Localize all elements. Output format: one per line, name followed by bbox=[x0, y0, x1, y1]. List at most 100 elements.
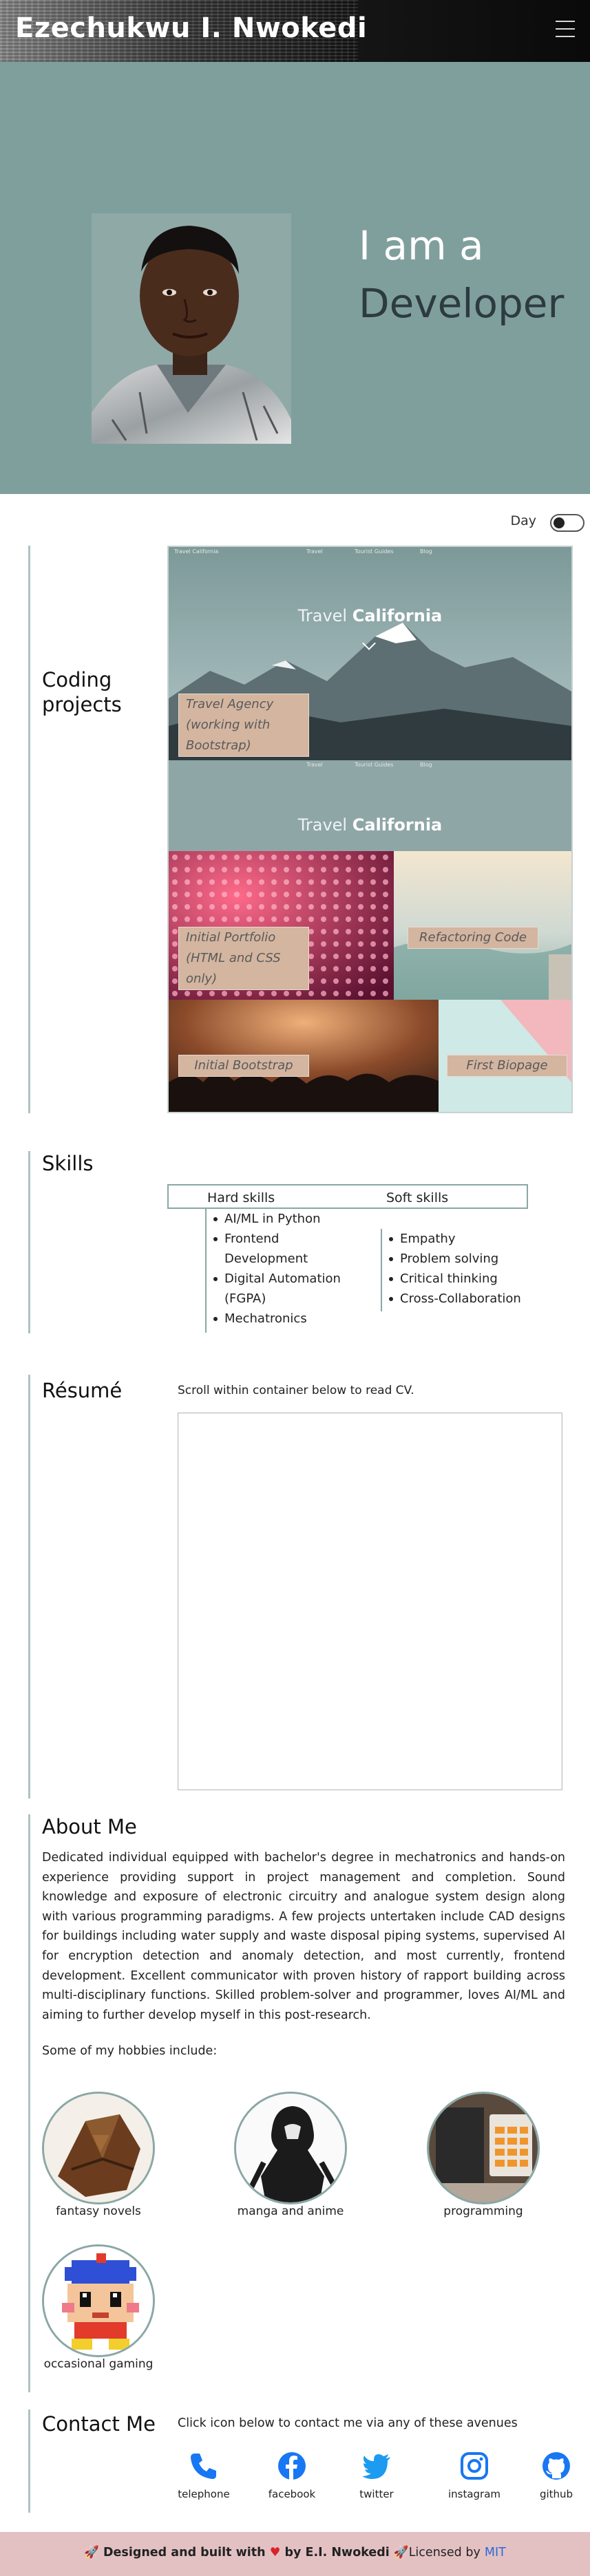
projects-section-title: Coding projects bbox=[42, 668, 122, 716]
hobby-image bbox=[234, 2092, 347, 2204]
facebook-icon[interactable] bbox=[277, 2451, 307, 2481]
project-tile-travel-agency[interactable]: Travel California Travel Tourist Guides … bbox=[169, 547, 571, 760]
mini-navbar: Travel Tourist Guides Blog bbox=[169, 762, 571, 771]
beach-illustration bbox=[394, 851, 571, 1000]
resume-instructions: Scroll within container below to read CV… bbox=[178, 1384, 414, 1397]
footer-author-text: by E.I. Nwokedi bbox=[284, 2546, 390, 2559]
twitter-icon[interactable] bbox=[361, 2451, 392, 2481]
skill-item: Digital Automation (FGPA) bbox=[207, 1269, 364, 1309]
toggle-knob bbox=[554, 517, 565, 528]
hobby-caption: occasional gaming bbox=[43, 2357, 154, 2371]
contact-label: telephone bbox=[178, 2488, 230, 2500]
theme-label: Day bbox=[510, 513, 536, 528]
project-label: Initial Portfolio (HTML and CSS only) bbox=[178, 927, 309, 990]
soft-skills-heading: Soft skills bbox=[386, 1190, 449, 1205]
hobby-image bbox=[42, 2092, 155, 2204]
project-label: Initial Bootstrap bbox=[178, 1055, 309, 1077]
rocket-icon: 🚀 bbox=[84, 2546, 99, 2559]
hobby-image bbox=[42, 2244, 155, 2357]
contact-section-title: Contact Me bbox=[42, 2412, 156, 2436]
hobby-image bbox=[427, 2092, 540, 2204]
profile-photo bbox=[92, 213, 291, 444]
about-section-title: About Me bbox=[42, 1815, 137, 1838]
mini-nav-link: Tourist Guides bbox=[355, 548, 394, 555]
mini-nav-brand: Travel California bbox=[174, 548, 219, 555]
hero-line1: I am a bbox=[359, 222, 484, 269]
hard-skills-heading: Hard skills bbox=[207, 1190, 275, 1205]
hobby-fantasy-novels: fantasy novels bbox=[33, 2092, 164, 2218]
hobby-caption: manga and anime bbox=[237, 2204, 344, 2218]
footer-designed-text: Designed and built with bbox=[103, 2546, 266, 2559]
footer-license-text: Licensed by bbox=[408, 2546, 481, 2559]
skill-item: AI/ML in Python bbox=[207, 1209, 364, 1229]
skill-item: Frontend Development bbox=[207, 1229, 364, 1269]
project-preview-travel-2: Travel Tourist Guides Blog Travel Califo… bbox=[169, 760, 571, 851]
instagram-icon[interactable] bbox=[459, 2451, 489, 2481]
mini-nav-link: Travel bbox=[306, 762, 323, 768]
contact-telephone[interactable]: telephone bbox=[169, 2451, 238, 2500]
brand-name[interactable]: Ezechukwu I. Nwokedi bbox=[15, 12, 367, 44]
travel-heading-bold: California bbox=[352, 606, 443, 625]
hamburger-icon[interactable] bbox=[556, 21, 575, 39]
resume-viewer[interactable] bbox=[178, 1413, 562, 1790]
resume-section-title: Résumé bbox=[42, 1379, 123, 1402]
travel-heading: Travel California bbox=[169, 606, 571, 625]
footer-credits: 🚀 Designed and built with ♥ by E.I. Nwok… bbox=[0, 2546, 590, 2559]
project-tile-refactoring-code[interactable]: Refactoring Code bbox=[394, 851, 571, 1000]
hobby-manga-anime: manga and anime bbox=[225, 2092, 356, 2218]
project-label: Refactoring Code bbox=[408, 927, 538, 949]
mini-navbar: Travel California Travel Tourist Guides … bbox=[169, 548, 571, 558]
project-tile-initial-bootstrap[interactable]: Initial Bootstrap bbox=[169, 1000, 439, 1112]
mini-nav-link: Blog bbox=[420, 762, 432, 768]
hero-line2: Developer bbox=[359, 280, 565, 327]
mini-nav-link: Tourist Guides bbox=[355, 762, 394, 768]
skills-section-title: Skills bbox=[42, 1152, 94, 1175]
project-tile-initial-portfolio[interactable]: Initial Portfolio (HTML and CSS only) bbox=[169, 851, 394, 1000]
phone-icon[interactable] bbox=[189, 2451, 219, 2481]
hobby-caption: programming bbox=[443, 2204, 523, 2218]
skill-item: Problem solving bbox=[382, 1249, 539, 1269]
project-label: First Biopage bbox=[447, 1055, 567, 1077]
hobby-caption: fantasy novels bbox=[56, 2204, 141, 2218]
contact-facebook[interactable]: facebook bbox=[257, 2451, 326, 2500]
project-tile-first-biopage[interactable]: First Biopage bbox=[439, 1000, 571, 1112]
travel-heading: Travel California bbox=[169, 815, 571, 835]
pixel-character-icon bbox=[44, 2246, 153, 2355]
contact-label: facebook bbox=[268, 2488, 316, 2500]
section-divider-line bbox=[28, 1375, 30, 1799]
contact-label: github bbox=[539, 2488, 573, 2500]
project-label: Travel Agency (working with Bootstrap) bbox=[178, 694, 309, 757]
heart-icon: ♥ bbox=[269, 2546, 281, 2559]
footer: 🚀 Designed and built with ♥ by E.I. Nwok… bbox=[0, 2532, 590, 2576]
contact-instagram[interactable]: instagram bbox=[440, 2451, 509, 2500]
hobbies-intro: Some of my hobbies include: bbox=[42, 2044, 218, 2058]
mit-license-link[interactable]: MIT bbox=[485, 2546, 506, 2559]
hero-section: I am a Developer bbox=[0, 62, 590, 494]
travel-heading-bold: California bbox=[352, 815, 443, 835]
travel-heading-light: Travel bbox=[297, 815, 348, 835]
skill-item: Mechatronics bbox=[207, 1309, 364, 1329]
contact-twitter[interactable]: twitter bbox=[342, 2451, 411, 2500]
section-divider-line bbox=[28, 2409, 30, 2513]
skills-table-header: Hard skills Soft skills bbox=[167, 1184, 528, 1209]
skill-item: Critical thinking bbox=[382, 1269, 539, 1289]
mini-nav-link: Travel bbox=[306, 548, 323, 555]
skill-item: Empathy bbox=[382, 1229, 539, 1249]
anime-character-icon bbox=[236, 2094, 345, 2202]
hobby-programming: programming bbox=[418, 2092, 549, 2218]
projects-gallery: Travel California Travel Tourist Guides … bbox=[167, 546, 573, 1113]
rocket-icon: 🚀 bbox=[393, 2546, 409, 2559]
laptop-icon bbox=[429, 2094, 538, 2202]
github-icon[interactable] bbox=[541, 2451, 571, 2481]
contact-instructions: Click icon below to contact me via any o… bbox=[178, 2416, 518, 2430]
top-navbar: Ezechukwu I. Nwokedi bbox=[0, 0, 590, 62]
contact-github[interactable]: github bbox=[522, 2451, 590, 2500]
hobby-occasional-gaming: occasional gaming bbox=[33, 2244, 164, 2371]
book-icon bbox=[44, 2094, 153, 2202]
section-divider-line bbox=[28, 1151, 30, 1333]
hard-skills-list: AI/ML in Python Frontend Development Dig… bbox=[205, 1209, 364, 1333]
mini-nav-link: Blog bbox=[420, 548, 432, 555]
travel-heading-light: Travel bbox=[297, 606, 348, 625]
contact-label: twitter bbox=[359, 2488, 394, 2500]
theme-toggle[interactable] bbox=[550, 514, 584, 532]
